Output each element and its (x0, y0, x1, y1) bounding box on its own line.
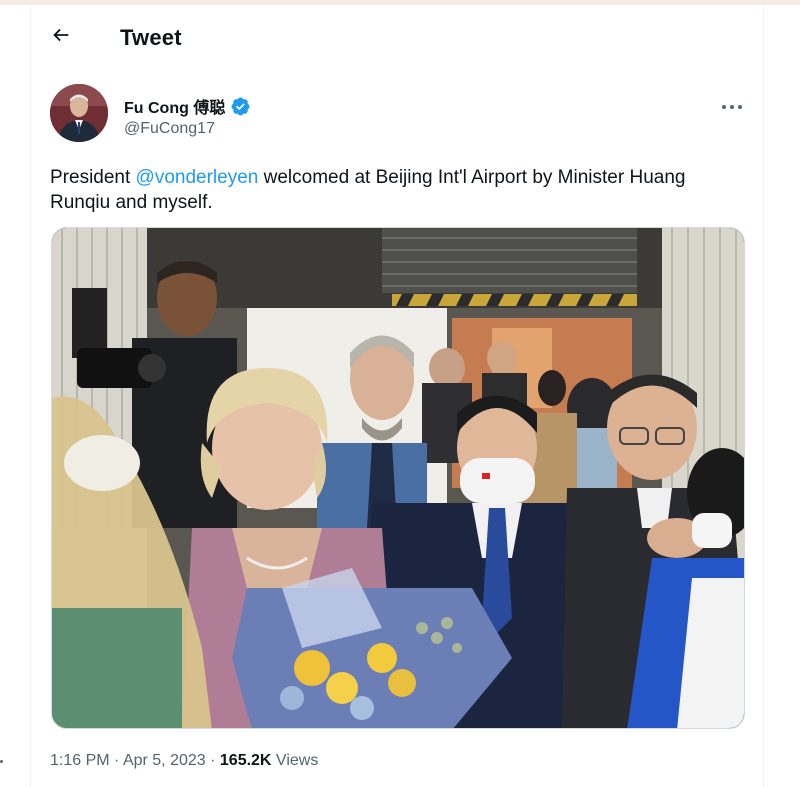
tweet-time[interactable]: 1:16 PM (50, 752, 110, 769)
tweet-photo[interactable] (51, 227, 745, 729)
tweet-date[interactable]: Apr 5, 2023 (123, 752, 206, 769)
author-display-name[interactable]: Fu Cong 傅聪 (124, 94, 225, 118)
more-options-button[interactable] (715, 96, 749, 118)
avatar[interactable] (50, 84, 108, 142)
views-label: Views (271, 752, 319, 769)
tweet-meta: 1:16 PM · Apr 5, 2023 · 165.2K Views (50, 752, 318, 770)
more-horizontal-icon (721, 98, 743, 116)
author-name-row[interactable]: Fu Cong 傅聪 (124, 94, 251, 118)
views-count: 165.2K (219, 752, 272, 769)
back-button[interactable] (43, 19, 79, 55)
author-handle[interactable]: @FuCong17 (124, 120, 215, 138)
tweet-text-before: President (50, 167, 136, 188)
tweet-header: Tweet (31, 5, 763, 68)
page-title: Tweet (120, 25, 182, 50)
verified-badge-icon (230, 96, 251, 117)
tweet-text: President @vonderleyen welcomed at Beiji… (50, 165, 690, 215)
mention-link[interactable]: @vonderleyen (136, 167, 259, 188)
meta-separator: · (205, 752, 220, 769)
meta-separator: · (109, 752, 123, 769)
tweet-author: Fu Cong 傅聪 @FuCong17 (31, 80, 763, 150)
tweet-column: Tweet Fu Cong 傅聪 @FuCong17 President @vo… (30, 5, 764, 787)
arrow-left-icon (50, 24, 72, 51)
edge-dot (0, 760, 3, 763)
